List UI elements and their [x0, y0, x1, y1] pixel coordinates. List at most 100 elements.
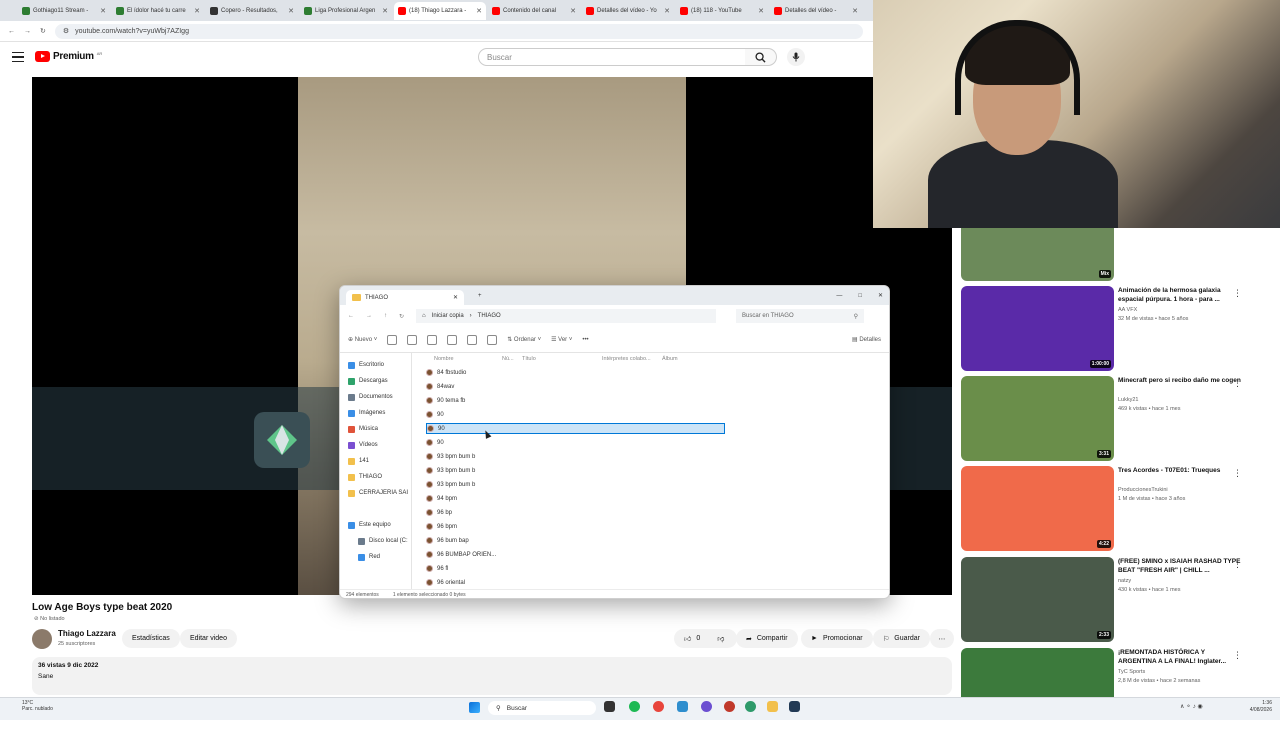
recommendation-title[interactable]: (FREE) SMINO x ISAIAH RASHAD TYPE BEAT "…	[1118, 557, 1242, 575]
close-tab-icon[interactable]: ✕	[758, 7, 764, 15]
recommendation-thumbnail[interactable]: 4:22	[961, 466, 1114, 551]
minimize-icon[interactable]: —	[836, 293, 842, 299]
breadcrumb-home[interactable]: Iniciar copia	[432, 313, 464, 319]
sidebar-item[interactable]: Red	[358, 551, 380, 563]
new-button[interactable]: ⊕ Nuevo ˅	[348, 336, 377, 343]
more-button[interactable]: •••	[582, 337, 588, 343]
recommendation-thumbnail[interactable]: 1:00:00	[961, 286, 1114, 371]
explorer-tab[interactable]: THIAGO ✕	[346, 290, 464, 305]
breadcrumb-folder[interactable]: THIAGO	[478, 313, 501, 319]
view-button[interactable]: ☰ Ver ˅	[551, 336, 572, 343]
file-row[interactable]: 84wav	[426, 381, 725, 392]
thumbs-up-icon[interactable]: 👍︎	[684, 634, 691, 643]
recommendation-title[interactable]: ¡REMONTADA HISTÓRICA Y ARGENTINA A LA FI…	[1118, 648, 1242, 666]
file-row[interactable]: 96 bpm	[426, 521, 725, 532]
file-row[interactable]: 96 bp	[426, 507, 725, 518]
browser-tab[interactable]: (18) Thiago Lazzara - ✕	[394, 1, 486, 20]
file-row[interactable]: 96 BUMBAP ORIEN...	[426, 549, 725, 560]
delete-icon[interactable]	[487, 334, 498, 345]
copy-icon[interactable]	[407, 334, 418, 345]
file-row[interactable]: 94 bpm	[426, 493, 725, 504]
stats-button[interactable]: Estadísticas	[122, 629, 180, 648]
up-icon[interactable]: ↑	[384, 313, 387, 319]
sidebar-item[interactable]: Imágenes	[348, 407, 385, 419]
recommendation-channel[interactable]: AA VFX	[1118, 307, 1137, 313]
sidebar-item[interactable]: THIAGO	[348, 471, 382, 483]
more-options-icon[interactable]: ⋮	[1233, 559, 1242, 570]
voice-search-button[interactable]	[787, 48, 805, 66]
breadcrumb[interactable]: ⌂ Iniciar copia › THIAGO	[416, 309, 717, 323]
close-tab-icon[interactable]: ✕	[382, 7, 388, 15]
recommendation-channel[interactable]: Lukky21	[1118, 397, 1139, 403]
browser-tab[interactable]: Gothiago11 Stream - ✕	[18, 2, 110, 20]
recommendation-channel[interactable]: natzy	[1118, 578, 1131, 584]
site-info-icon[interactable]: ⚙	[63, 27, 69, 35]
recommendation-thumbnail[interactable]: 2:33	[961, 557, 1114, 642]
steam-icon[interactable]	[789, 701, 800, 712]
channel-name[interactable]: Thiago Lazzara	[58, 629, 116, 638]
maximize-icon[interactable]: □	[858, 293, 862, 299]
more-options-icon[interactable]: ⋮	[1233, 288, 1242, 299]
share-icon[interactable]	[467, 334, 478, 345]
more-options-icon[interactable]: ⋮	[1233, 378, 1242, 389]
sidebar-item[interactable]: Descargas	[348, 375, 388, 387]
column-header[interactable]: Título	[522, 356, 602, 362]
task-view-icon[interactable]	[604, 701, 615, 712]
thumbs-down-icon[interactable]: 👎︎	[717, 634, 724, 643]
file-row[interactable]: 90	[426, 409, 725, 420]
more-options-icon[interactable]: ⋮	[1233, 468, 1242, 479]
recommendation-channel[interactable]: ProduccionesTrukini	[1118, 487, 1168, 493]
file-row[interactable]: 93 bpm bum b	[426, 451, 725, 462]
recommendation-item[interactable]: 1:00:00 Animación de la hermosa galaxia …	[961, 286, 1261, 371]
column-header[interactable]: Intérpretes colabo...	[602, 356, 662, 362]
app-icon-3[interactable]	[724, 701, 735, 712]
sidebar-item[interactable]: Este equipo	[348, 519, 391, 531]
menu-icon[interactable]	[12, 52, 24, 62]
close-tab-icon[interactable]: ✕	[476, 7, 482, 15]
close-tab-icon[interactable]: ✕	[100, 7, 106, 15]
forward-icon[interactable]: →	[24, 28, 31, 35]
app-icon-2[interactable]	[701, 701, 712, 712]
file-row[interactable]: 96 fl	[426, 563, 725, 574]
back-icon[interactable]: ←	[348, 313, 354, 319]
more-actions-button[interactable]: ⋯	[930, 629, 954, 648]
explorer-search-input[interactable]: Buscar en THIAGO ⚲	[736, 309, 865, 323]
more-options-icon[interactable]: ⋮	[1233, 650, 1242, 661]
file-row[interactable]: 84 fbstudio	[426, 367, 725, 378]
file-row[interactable]: 93 bpm bum b	[426, 465, 725, 476]
chrome-icon[interactable]	[653, 701, 664, 712]
cut-icon[interactable]	[387, 334, 398, 345]
recommendation-title[interactable]: Animación de la hermosa galaxia espacial…	[1118, 286, 1242, 304]
file-row[interactable]: 90	[426, 437, 725, 448]
reload-icon[interactable]: ↻	[40, 27, 46, 35]
recommendation-item[interactable]: 3:31 Minecraft pero si recibo daño me co…	[961, 376, 1261, 461]
close-tab-icon[interactable]: ✕	[852, 7, 858, 15]
taskbar-search[interactable]: ⚲ Buscar	[488, 701, 596, 715]
browser-tab[interactable]: (18) 118 - YouTube ✕	[676, 2, 768, 20]
close-tab-icon[interactable]: ✕	[570, 7, 576, 15]
file-explorer-icon[interactable]	[767, 701, 778, 712]
column-header[interactable]: Nombre	[412, 356, 502, 362]
browser-tab[interactable]: Copero - Resultados, ✕	[206, 2, 298, 20]
recommendation-thumbnail[interactable]: Mix	[961, 228, 1114, 281]
description-box[interactable]	[32, 657, 952, 695]
close-tab-icon[interactable]: ✕	[453, 294, 458, 301]
share-button[interactable]: ➦ Compartir	[736, 629, 798, 648]
taskbar-weather[interactable]: 13°C Parc. nublado	[22, 700, 53, 712]
recommendation-thumbnail[interactable]	[961, 648, 1114, 697]
close-tab-icon[interactable]: ✕	[288, 7, 294, 15]
url-field[interactable]: ⚙ youtube.com/watch?v=yuWbj7AZIgg	[54, 23, 863, 39]
search-button[interactable]	[745, 48, 777, 66]
recommendation-item[interactable]: 2:33 (FREE) SMINO x ISAIAH RASHAD TYPE B…	[961, 557, 1261, 642]
edit-video-button[interactable]: Editar video	[180, 629, 237, 648]
recommendation-thumbnail[interactable]: 3:31	[961, 376, 1114, 461]
recommendation-title[interactable]: Minecraft pero si recibo daño me cogen	[1118, 376, 1242, 385]
recommendation-item[interactable]: 4:22 Tres Acordes - T07E01: Trueques Pro…	[961, 466, 1261, 551]
file-row[interactable]: 93 bpm bum b	[426, 479, 725, 490]
edge-icon[interactable]	[745, 701, 756, 712]
file-row[interactable]: 96 oriental	[426, 577, 725, 588]
close-window-icon[interactable]: ✕	[878, 292, 883, 299]
close-tab-icon[interactable]: ✕	[194, 7, 200, 15]
youtube-logo[interactable]: Premium AR	[35, 51, 102, 62]
recommendation-title[interactable]: Tres Acordes - T07E01: Trueques	[1118, 466, 1242, 475]
